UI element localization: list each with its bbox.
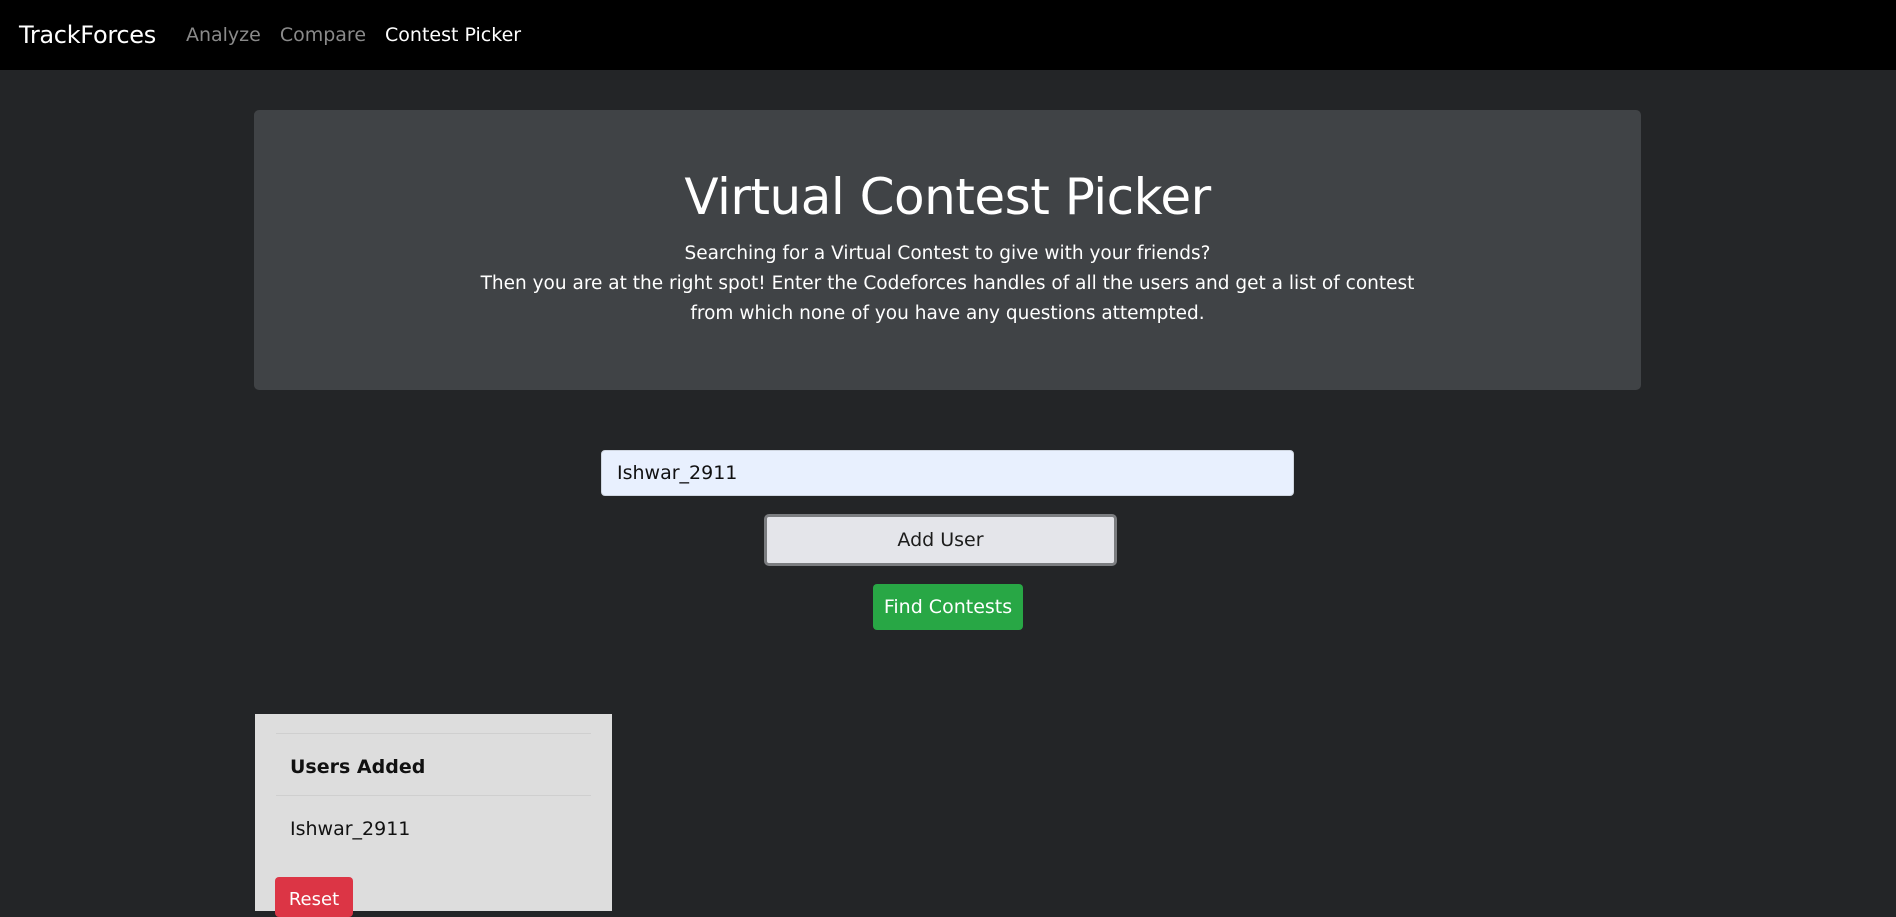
users-added-panel: Users Added Ishwar_2911 Reset bbox=[255, 714, 612, 917]
handle-input[interactable] bbox=[601, 450, 1294, 496]
nav-link-compare[interactable]: Compare bbox=[280, 24, 366, 46]
hero-banner: Virtual Contest Picker Searching for a V… bbox=[254, 110, 1641, 390]
page-title: Virtual Contest Picker bbox=[684, 168, 1211, 226]
hero-description-line-3: from which none of you have any question… bbox=[690, 303, 1205, 324]
add-user-button[interactable]: Add User bbox=[764, 514, 1117, 566]
list-item: Ishwar_2911 bbox=[290, 818, 411, 840]
users-added-header: Users Added bbox=[290, 756, 426, 778]
hero-description-line-1: Searching for a Virtual Contest to give … bbox=[684, 243, 1211, 264]
nav-link-analyze[interactable]: Analyze bbox=[186, 24, 261, 46]
hero-description-line-2: Then you are at the right spot! Enter th… bbox=[480, 273, 1415, 294]
panel-divider bbox=[276, 733, 591, 734]
reset-button[interactable]: Reset bbox=[275, 877, 353, 917]
panel-divider bbox=[276, 795, 591, 796]
brand-logo-link[interactable]: TrackForces bbox=[19, 21, 156, 49]
nav-link-contest-picker[interactable]: Contest Picker bbox=[385, 24, 521, 46]
find-contests-button[interactable]: Find Contests bbox=[873, 584, 1023, 630]
top-navbar: TrackForces Analyze Compare Contest Pick… bbox=[0, 0, 1896, 70]
